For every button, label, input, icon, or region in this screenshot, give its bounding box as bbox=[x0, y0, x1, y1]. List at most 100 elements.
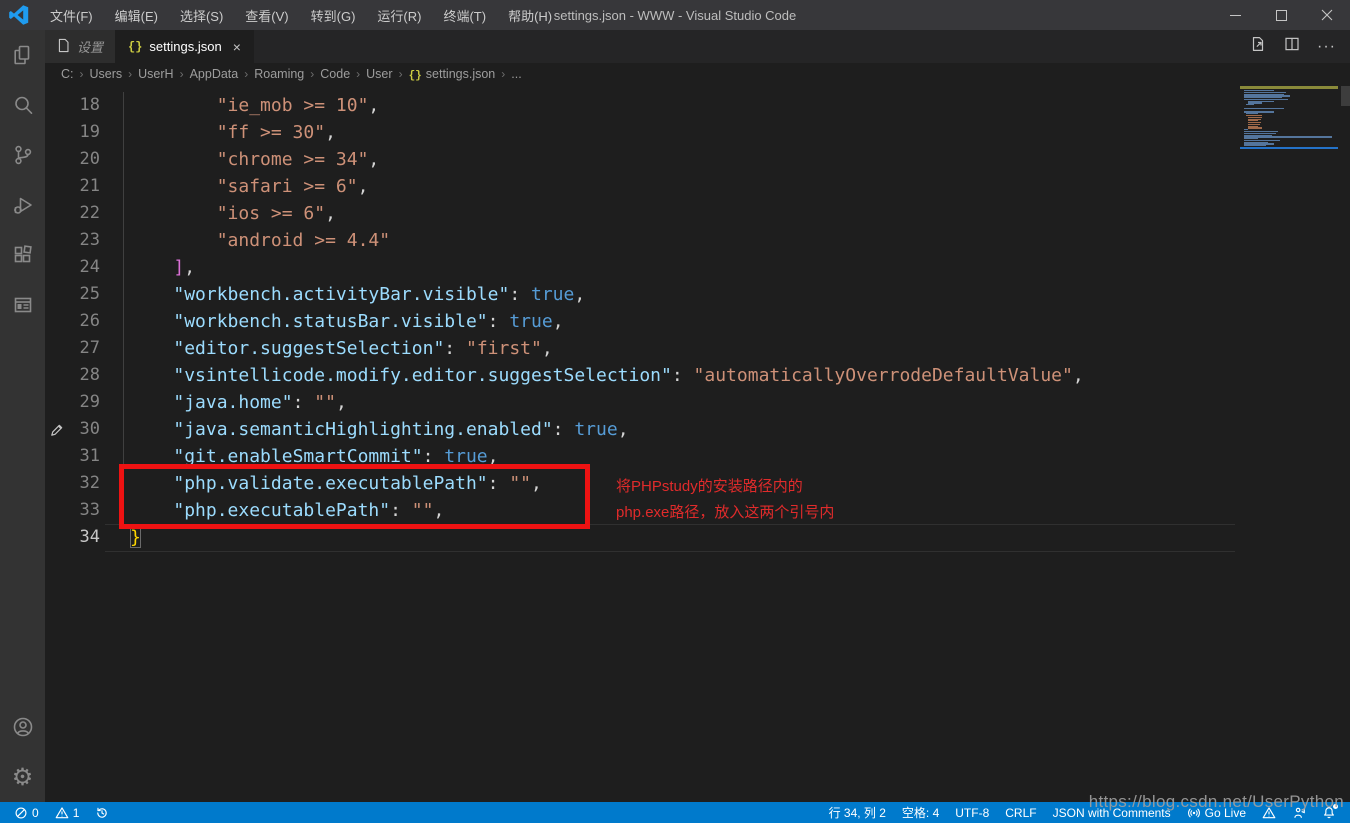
code-line-26[interactable]: 26 "workbench.statusBar.visible": true, bbox=[45, 308, 1350, 335]
explorer-icon[interactable] bbox=[0, 30, 45, 80]
chevron-right-icon: › bbox=[497, 67, 509, 81]
breadcrumb-label: settings.json bbox=[426, 67, 495, 81]
code-token: } bbox=[130, 527, 141, 548]
statusbar-label: 0 bbox=[32, 806, 39, 820]
statusbar-cursor-position[interactable]: 行 34, 列 2 bbox=[823, 802, 892, 823]
code-token: : bbox=[509, 284, 531, 305]
tab-bar: 设置 {} settings.json × ··· bbox=[45, 30, 1350, 63]
code-token: "vsintellicode.modify.editor.suggestSele… bbox=[173, 365, 672, 386]
tab-设置[interactable]: 设置 bbox=[45, 30, 116, 63]
code-line-28[interactable]: 28 "vsintellicode.modify.editor.suggestS… bbox=[45, 362, 1350, 389]
code-token: , bbox=[325, 203, 336, 224]
menu-3[interactable]: 查看(V) bbox=[234, 0, 299, 30]
settings-gear-icon[interactable]: ⚙ bbox=[0, 752, 45, 802]
code-line-22[interactable]: 22 "ios >= 6", bbox=[45, 200, 1350, 227]
code-token: , bbox=[336, 392, 347, 413]
code-line-23[interactable]: 23 "android >= 4.4" bbox=[45, 227, 1350, 254]
breadcrumb-label: AppData bbox=[190, 67, 239, 81]
breadcrumb-item-[interactable]: ... bbox=[509, 67, 523, 81]
close-button[interactable] bbox=[1304, 0, 1350, 30]
statusbar-error-circle-icon[interactable]: 0 bbox=[8, 802, 45, 823]
menu-7[interactable]: 帮助(H) bbox=[497, 0, 563, 30]
chevron-right-icon: › bbox=[395, 67, 407, 81]
minimap[interactable] bbox=[1240, 86, 1338, 149]
code-token: , bbox=[368, 149, 379, 170]
tab-label: settings.json bbox=[149, 39, 221, 54]
line-number: 21 bbox=[45, 173, 100, 200]
open-settings-ui-icon[interactable] bbox=[1249, 35, 1267, 58]
code-token: "java.home" bbox=[173, 392, 292, 413]
editor-pane[interactable]: 18 "ie_mob >= 10",19 "ff >= 30",20 "chro… bbox=[45, 85, 1350, 802]
code-token: "chrome >= 34" bbox=[217, 149, 369, 170]
statusbar-warning-triangle-icon[interactable]: 1 bbox=[49, 802, 86, 823]
code-line-27[interactable]: 27 "editor.suggestSelection": "first", bbox=[45, 335, 1350, 362]
breadcrumb-item-Code[interactable]: Code bbox=[318, 67, 352, 81]
menu-1[interactable]: 编辑(E) bbox=[104, 0, 169, 30]
menu-5[interactable]: 运行(R) bbox=[366, 0, 432, 30]
history-icon bbox=[95, 806, 109, 820]
more-actions-icon[interactable]: ··· bbox=[1317, 38, 1336, 56]
menu-6[interactable]: 终端(T) bbox=[432, 0, 497, 30]
breadcrumb-item-Users[interactable]: Users bbox=[88, 67, 125, 81]
code-token: "ie_mob >= 10" bbox=[217, 95, 369, 116]
statusbar-encoding[interactable]: UTF-8 bbox=[949, 802, 995, 823]
close-tab-icon[interactable]: × bbox=[233, 39, 241, 55]
code-line-18[interactable]: 18 "ie_mob >= 10", bbox=[45, 92, 1350, 119]
line-number: 24 bbox=[45, 254, 100, 281]
menu-2[interactable]: 选择(S) bbox=[169, 0, 234, 30]
minimize-button[interactable] bbox=[1212, 0, 1258, 30]
line-number: 23 bbox=[45, 227, 100, 254]
breadcrumb-item-Roaming[interactable]: Roaming bbox=[252, 67, 306, 81]
pencil-edit-icon bbox=[49, 423, 64, 443]
code-line-21[interactable]: 21 "safari >= 6", bbox=[45, 173, 1350, 200]
code-token: true bbox=[531, 284, 574, 305]
breadcrumb-item-User[interactable]: User bbox=[364, 67, 394, 81]
line-number: 28 bbox=[45, 362, 100, 389]
tab-label: 设置 bbox=[77, 37, 103, 56]
menu-0[interactable]: 文件(F) bbox=[39, 0, 104, 30]
current-line-border-bottom bbox=[105, 551, 1235, 552]
json-braces-icon: {} bbox=[128, 40, 142, 54]
code-token: : bbox=[444, 338, 466, 359]
breadcrumb-label: Users bbox=[90, 67, 123, 81]
code-line-20[interactable]: 20 "chrome >= 34", bbox=[45, 146, 1350, 173]
minimap-line bbox=[1244, 145, 1266, 146]
breadcrumb-item-settingsjson[interactable]: {}settings.json bbox=[407, 67, 498, 82]
menu-4[interactable]: 转到(G) bbox=[300, 0, 367, 30]
minimap-line bbox=[1246, 104, 1254, 105]
statusbar-eol[interactable]: CRLF bbox=[999, 802, 1042, 823]
statusbar-label: CRLF bbox=[1005, 806, 1036, 820]
breadcrumb-item-C[interactable]: C: bbox=[59, 67, 76, 81]
code-line-30[interactable]: 30 "java.semanticHighlighting.enabled": … bbox=[45, 416, 1350, 443]
code-token: , bbox=[1073, 365, 1084, 386]
code-token: ] bbox=[173, 257, 184, 278]
run-debug-icon[interactable] bbox=[0, 180, 45, 230]
extensions-icon[interactable] bbox=[0, 230, 45, 280]
code-token: , bbox=[358, 176, 369, 197]
statusbar-indentation[interactable]: 空格: 4 bbox=[896, 802, 945, 823]
split-editor-icon[interactable] bbox=[1283, 35, 1301, 58]
code-token: "workbench.statusBar.visible" bbox=[173, 311, 487, 332]
tab-settings.json[interactable]: {} settings.json × bbox=[116, 30, 254, 63]
error-circle-icon bbox=[14, 806, 28, 820]
layout-icon[interactable] bbox=[0, 280, 45, 330]
code-line-25[interactable]: 25 "workbench.activityBar.visible": true… bbox=[45, 281, 1350, 308]
vscode-logo-icon bbox=[9, 5, 29, 25]
code-line-19[interactable]: 19 "ff >= 30", bbox=[45, 119, 1350, 146]
statusbar-history-icon[interactable] bbox=[89, 802, 115, 823]
line-number: 20 bbox=[45, 146, 100, 173]
minimap-line bbox=[1244, 108, 1284, 109]
line-number: 19 bbox=[45, 119, 100, 146]
statusbar-label: UTF-8 bbox=[955, 806, 989, 820]
statusbar-label: 1 bbox=[73, 806, 80, 820]
code-line-29[interactable]: 29 "java.home": "", bbox=[45, 389, 1350, 416]
maximize-button[interactable] bbox=[1258, 0, 1304, 30]
code-line-24[interactable]: 24 ], bbox=[45, 254, 1350, 281]
search-icon[interactable] bbox=[0, 80, 45, 130]
account-icon[interactable] bbox=[0, 702, 45, 752]
source-control-icon[interactable] bbox=[0, 130, 45, 180]
code-token: true bbox=[574, 419, 617, 440]
scrollbar-handle[interactable] bbox=[1341, 86, 1350, 106]
breadcrumb-item-UserH[interactable]: UserH bbox=[136, 67, 175, 81]
breadcrumb-item-AppData[interactable]: AppData bbox=[188, 67, 241, 81]
